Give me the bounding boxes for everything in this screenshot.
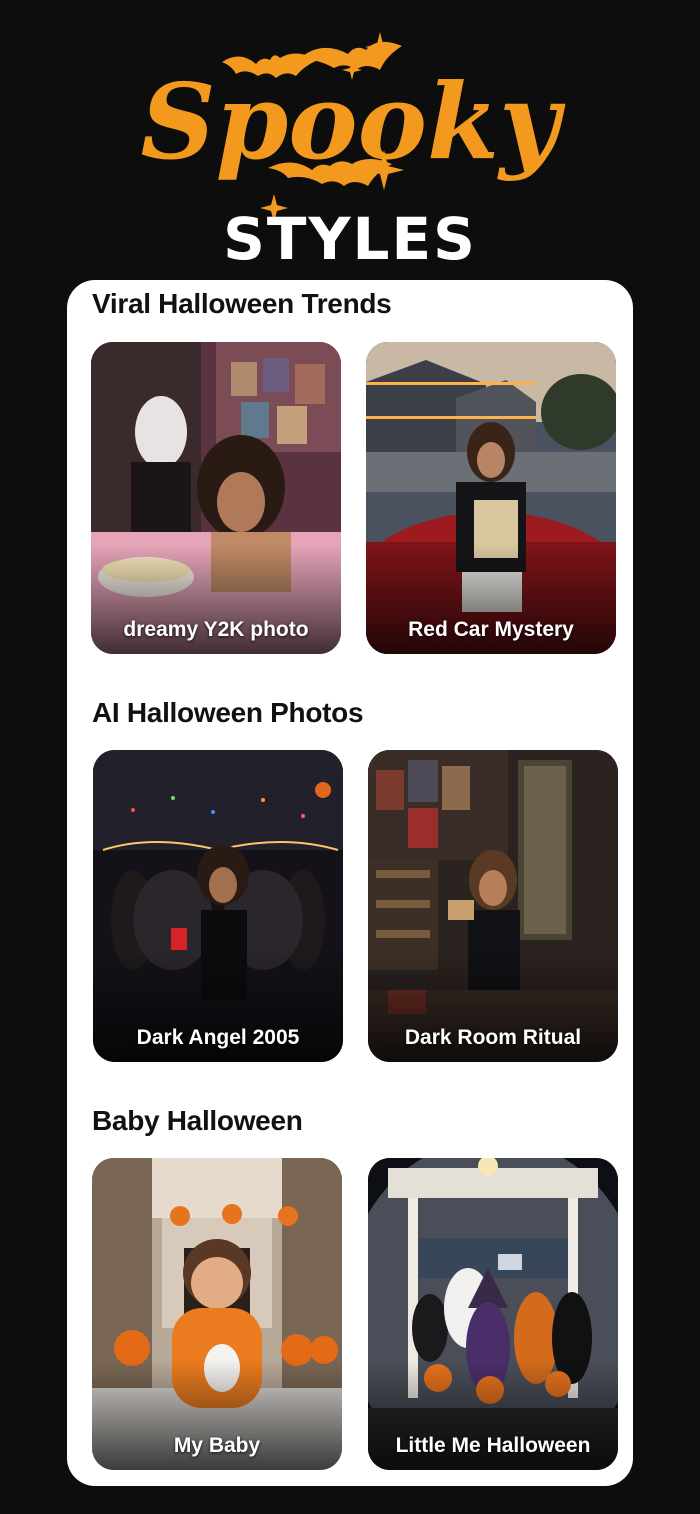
styles-panel: Viral Halloween Trends bbox=[67, 280, 633, 1486]
card-label: Red Car Mystery bbox=[366, 618, 616, 642]
style-card-red-car-mystery[interactable]: Red Car Mystery bbox=[366, 342, 616, 654]
card-label: My Baby bbox=[92, 1434, 342, 1458]
section-title-viral-trends: Viral Halloween Trends bbox=[92, 288, 391, 320]
section-title-ai-photos: AI Halloween Photos bbox=[92, 697, 363, 729]
spooky-styles-logo: Spooky STYLES bbox=[0, 0, 700, 280]
card-label: Little Me Halloween bbox=[368, 1434, 618, 1458]
wordmark-spooky: Spooky bbox=[140, 60, 566, 183]
style-card-dark-room-ritual[interactable]: Dark Room Ritual bbox=[368, 750, 618, 1062]
wordmark-styles: STYLES bbox=[223, 205, 477, 273]
style-card-my-baby[interactable]: My Baby bbox=[92, 1158, 342, 1470]
section-title-baby-halloween: Baby Halloween bbox=[92, 1105, 303, 1137]
style-card-little-me-halloween[interactable]: Little Me Halloween bbox=[368, 1158, 618, 1470]
card-label: Dark Angel 2005 bbox=[93, 1026, 343, 1050]
style-card-dreamy-y2k[interactable]: dreamy Y2K photo bbox=[91, 342, 341, 654]
card-label: dreamy Y2K photo bbox=[91, 618, 341, 642]
app-header: Spooky STYLES bbox=[0, 0, 700, 280]
card-label: Dark Room Ritual bbox=[368, 1026, 618, 1050]
style-card-dark-angel-2005[interactable]: Dark Angel 2005 bbox=[93, 750, 343, 1062]
